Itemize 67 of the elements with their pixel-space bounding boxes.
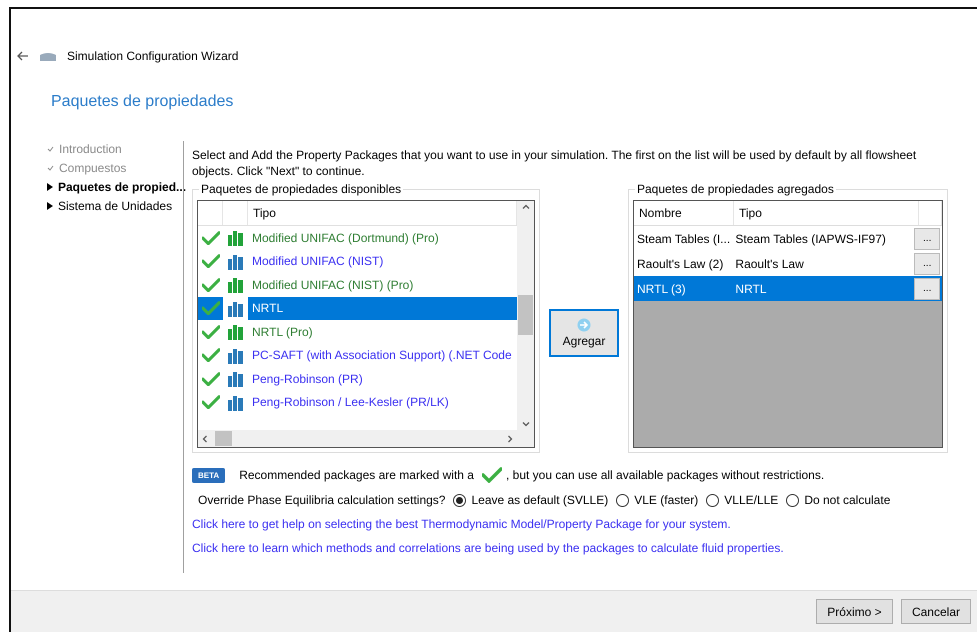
triangle-icon bbox=[47, 183, 53, 191]
package-item[interactable]: PC-SAFT (with Association Support) (.NET Code bbox=[248, 344, 517, 367]
radio-icon[interactable] bbox=[706, 494, 720, 506]
check-icon bbox=[202, 254, 220, 268]
help-link[interactable]: Click here to get help on selecting the best Thermodynamic Model/Property Package for your system. bbox=[192, 517, 977, 531]
radio-option[interactable]: Leave as default (SVLLE) bbox=[453, 493, 608, 507]
package-item[interactable]: NRTL (Pro) bbox=[248, 320, 517, 344]
cancel-button[interactable]: Cancelar bbox=[900, 599, 971, 624]
added-row[interactable]: Raoult's Law (2) Raoult's Law ... bbox=[634, 251, 942, 276]
page-heading: Paquetes de propiedades bbox=[50, 92, 234, 112]
building-icon bbox=[227, 394, 244, 411]
building-icon bbox=[227, 276, 244, 294]
building-icon bbox=[227, 370, 244, 388]
added-row[interactable]: NRTL (3) NRTL ... bbox=[634, 276, 942, 301]
column-header[interactable]: Tipo bbox=[734, 201, 919, 225]
package-item[interactable]: NRTL bbox=[248, 296, 517, 320]
building-icon bbox=[227, 300, 244, 317]
check-icon bbox=[202, 301, 220, 316]
added-row[interactable]: Steam Tables (I... Steam Tables (IAPWS-IF97) ... bbox=[634, 226, 942, 251]
check-icon bbox=[482, 467, 502, 483]
column-header[interactable]: Nombre bbox=[634, 201, 734, 225]
check-icon bbox=[202, 324, 220, 339]
package-item[interactable]: Peng-Robinson (PR) bbox=[248, 367, 517, 390]
package-item[interactable]: Modified UNIFAC (NIST) (Pro) bbox=[248, 273, 517, 296]
arrow-icon bbox=[577, 318, 591, 332]
wizard-step[interactable]: Paquetes de propied... bbox=[47, 179, 186, 195]
check-icon bbox=[202, 230, 220, 245]
beta-badge: BETA bbox=[192, 468, 226, 482]
back-arrow-icon[interactable] bbox=[17, 51, 29, 61]
check-icon bbox=[202, 348, 220, 362]
edit-button[interactable]: ... bbox=[914, 228, 940, 250]
radio-option[interactable]: VLE (faster) bbox=[616, 493, 698, 507]
override-label: Override Phase Equilibria calculation settings? bbox=[198, 493, 446, 507]
building-icon bbox=[227, 323, 244, 340]
radio-icon[interactable] bbox=[616, 494, 630, 506]
group-title: Paquetes de propiedades disponibles bbox=[199, 182, 404, 196]
add-button[interactable]: Agregar bbox=[549, 309, 619, 357]
description-text: Select and Add the Property Packages that you want to use in your simulation. The first on the list will be used by default by all flowsheet objects. Click "Next" to continue. bbox=[192, 147, 918, 179]
radio-option[interactable]: Do not calculate bbox=[786, 493, 890, 507]
check-icon bbox=[47, 146, 54, 152]
window-title: Simulation Configuration Wizard bbox=[67, 49, 238, 63]
radio-icon[interactable] bbox=[453, 494, 466, 506]
app-icon bbox=[39, 51, 57, 61]
scroll-thumb[interactable] bbox=[215, 431, 232, 446]
package-item[interactable]: Modified UNIFAC (Dortmund) (Pro) bbox=[248, 226, 517, 250]
recommend-text: , but you can use all available packages without restrictions. bbox=[506, 468, 824, 482]
group-title: Paquetes de propiedades agregados bbox=[635, 182, 836, 196]
check-icon bbox=[202, 395, 220, 410]
building-icon bbox=[227, 346, 244, 364]
edit-button[interactable]: ... bbox=[914, 252, 940, 274]
check-icon bbox=[202, 372, 220, 386]
recommend-text: Recommended packages are marked with a bbox=[239, 468, 474, 482]
package-item[interactable]: Modified UNIFAC (NIST) bbox=[248, 250, 517, 273]
scroll-thumb[interactable] bbox=[518, 295, 533, 335]
package-item[interactable]: Peng-Robinson / Lee-Kesler (PR/LK) bbox=[248, 390, 517, 414]
check-icon bbox=[202, 278, 220, 292]
building-icon bbox=[227, 252, 244, 270]
building-icon bbox=[227, 229, 244, 246]
radio-icon[interactable] bbox=[786, 494, 800, 506]
help-link[interactable]: Click here to learn which methods and correlations are being used by the packages to calculate fluid properties. bbox=[192, 541, 977, 555]
wizard-step[interactable]: Sistema de Unidades bbox=[47, 198, 172, 214]
edit-button[interactable]: ... bbox=[914, 278, 940, 300]
triangle-icon bbox=[47, 202, 53, 210]
next-button[interactable]: Próximo > bbox=[816, 599, 893, 624]
radio-option[interactable]: VLLE/LLE bbox=[706, 493, 778, 507]
added-table[interactable]: Nombre Tipo Steam Tables (I... Steam Tables (IAPWS-IF97) ... Raoult's Law (2) Raoult's Law ... NRTL (3) NRTL ... bbox=[633, 200, 943, 448]
check-icon bbox=[47, 165, 54, 171]
